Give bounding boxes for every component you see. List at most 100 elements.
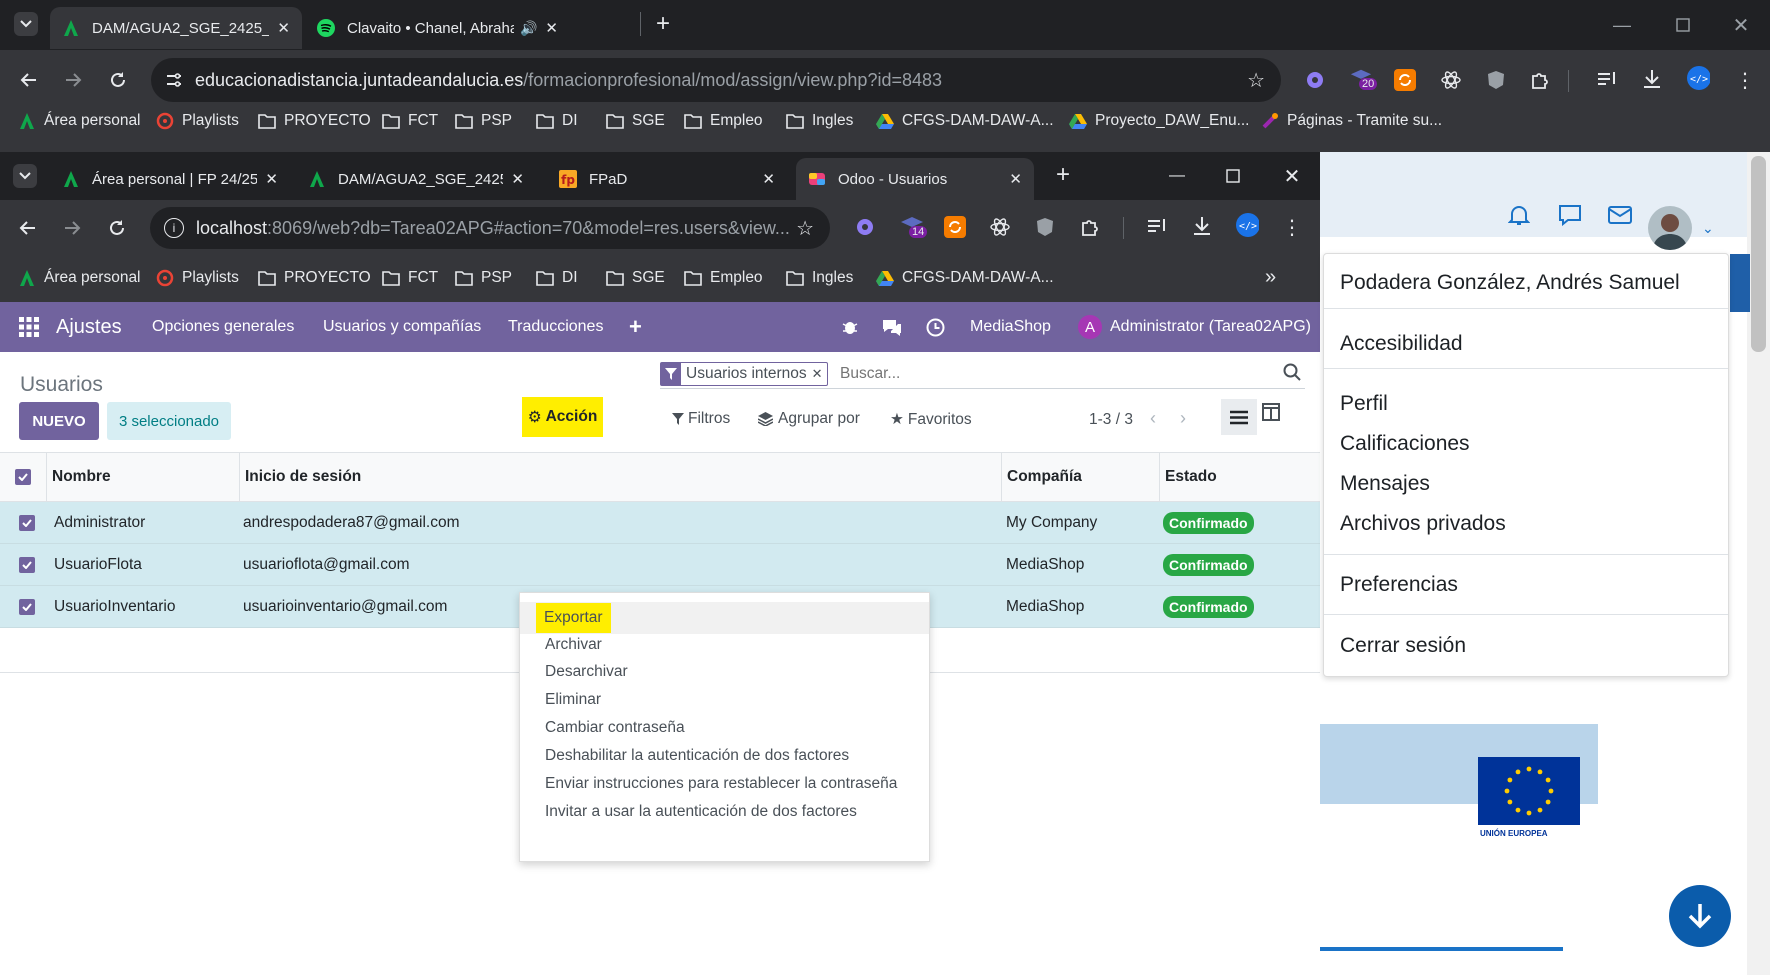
mail-icon[interactable] xyxy=(1608,206,1632,224)
bookmark-item[interactable]: SGE xyxy=(606,112,665,130)
bookmark-item[interactable]: SGE xyxy=(606,269,665,287)
bookmark-item[interactable]: Área personal xyxy=(18,269,141,287)
minimize-icon[interactable]: — xyxy=(1165,164,1189,188)
forward-icon[interactable] xyxy=(61,68,85,92)
bookmark-item[interactable]: CFGS-DAM-DAW-A... xyxy=(876,269,1054,287)
remove-facet-icon[interactable]: ✕ xyxy=(812,366,827,382)
kanban-view-icon[interactable] xyxy=(1262,403,1280,421)
forward-icon[interactable] xyxy=(60,216,84,240)
menu-kebab-icon[interactable]: ⋮ xyxy=(1280,215,1304,239)
app-title[interactable]: Ajustes xyxy=(56,302,122,352)
bookmark-item[interactable]: Playlists xyxy=(156,112,239,130)
user-fullname[interactable]: Podadera González, Andrés Samuel xyxy=(1340,271,1680,295)
bookmark-item[interactable]: PSP xyxy=(455,269,512,287)
extension-graduation-icon[interactable]: 14 xyxy=(899,214,928,238)
new-tab-icon[interactable]: + xyxy=(651,10,675,37)
menu-kebab-icon[interactable]: ⋮ xyxy=(1733,68,1757,92)
search-icon[interactable] xyxy=(1283,363,1301,381)
inner-tab-fpad[interactable]: fp FPaD ✕ xyxy=(547,158,787,200)
extension-gear-icon[interactable] xyxy=(853,215,877,239)
menu-item-preferencias[interactable]: Preferencias xyxy=(1340,573,1458,597)
download-icon[interactable] xyxy=(1640,67,1664,91)
cell-name[interactable]: Administrator xyxy=(54,502,145,543)
angular-icon[interactable] xyxy=(1033,215,1057,239)
maximize-icon[interactable] xyxy=(1221,164,1245,188)
reload-icon[interactable] xyxy=(105,216,129,240)
outer-tab-spotify[interactable]: Clavaito • Chanel, Abraham 🔊 ✕ xyxy=(305,7,570,49)
bookmark-item[interactable]: Páginas - Tramite su... xyxy=(1261,112,1442,130)
tab-search-icon[interactable] xyxy=(13,164,37,188)
bookmark-item[interactable]: Área personal xyxy=(18,112,141,130)
user-avatar[interactable]: A xyxy=(1078,302,1102,352)
bookmark-item[interactable]: Empleo xyxy=(684,269,763,287)
cell-name[interactable]: UsuarioInventario xyxy=(54,586,175,627)
search-facet[interactable]: Usuarios internos ✕ xyxy=(660,362,828,386)
app-switcher-icon[interactable] xyxy=(19,302,39,352)
cell-name[interactable]: UsuarioFlota xyxy=(54,544,142,585)
more-bookmarks-icon[interactable]: » xyxy=(1265,266,1276,289)
cell-login[interactable]: andrespodadera87@gmail.com xyxy=(243,502,460,543)
add-menu-icon[interactable]: + xyxy=(629,302,642,352)
bookmark-item[interactable]: PROYECTO xyxy=(258,112,371,130)
maximize-icon[interactable] xyxy=(1671,13,1695,37)
row-checkbox[interactable] xyxy=(19,586,35,627)
table-row[interactable]: UsuarioFlota usuarioflota@gmail.com MediaS… xyxy=(0,544,1320,586)
outer-address-bar[interactable]: educacionadistancia.juntadeandalucia.es /… xyxy=(151,58,1281,102)
row-checkbox[interactable] xyxy=(19,544,35,585)
column-estado[interactable]: Estado xyxy=(1159,453,1320,501)
favorites-toggle[interactable]: ★ Favoritos xyxy=(890,410,972,429)
table-row[interactable]: Administrator andrespodadera87@gmail.com M… xyxy=(0,502,1320,544)
bookmark-item[interactable]: Proyecto_DAW_Enu... xyxy=(1069,112,1250,130)
cell-company[interactable]: MediaShop xyxy=(1006,586,1084,627)
column-nombre[interactable]: Nombre xyxy=(46,453,239,501)
menu-opciones-generales[interactable]: Opciones generales xyxy=(152,302,294,352)
bookmark-item[interactable]: Ingles xyxy=(786,269,853,287)
search-input[interactable] xyxy=(840,363,1260,385)
menu-item-mensajes[interactable]: Mensajes xyxy=(1340,472,1430,496)
bookmark-item[interactable]: DI xyxy=(536,112,578,130)
react-icon[interactable] xyxy=(988,215,1012,239)
back-icon[interactable] xyxy=(17,68,41,92)
scrollbar-thumb[interactable] xyxy=(1751,156,1766,352)
cell-login[interactable]: usuarioflota@gmail.com xyxy=(243,544,410,585)
bookmark-item[interactable]: FCT xyxy=(382,112,438,130)
devtools-ext-icon[interactable]: </> xyxy=(1235,213,1259,237)
close-window-icon[interactable]: ✕ xyxy=(1729,13,1753,37)
react-icon[interactable] xyxy=(1439,68,1463,92)
close-tab-icon[interactable]: ✕ xyxy=(545,19,558,37)
menu-usuarios-companias[interactable]: Usuarios y compañías xyxy=(323,302,481,352)
info-icon[interactable]: i xyxy=(164,218,184,238)
audio-icon[interactable]: 🔊 xyxy=(520,20,537,37)
scroll-down-button[interactable] xyxy=(1669,885,1731,947)
outer-tab-moodle[interactable]: DAM/AGUA2_SGE_2425_5: Tarea ✕ xyxy=(50,7,302,49)
cell-company[interactable]: MediaShop xyxy=(1006,544,1084,585)
bookmark-star-icon[interactable]: ☆ xyxy=(1247,68,1265,93)
bookmark-item[interactable]: Ingles xyxy=(786,112,853,130)
site-info-icon[interactable] xyxy=(165,71,183,89)
media-playlist-icon[interactable] xyxy=(1596,68,1620,92)
scrollbar[interactable] xyxy=(1747,152,1770,975)
extension-gear-icon[interactable] xyxy=(1303,68,1327,92)
media-playlist-icon[interactable] xyxy=(1146,215,1170,239)
user-menu-toggle[interactable]: Administrator (Tarea02APG) xyxy=(1110,302,1311,352)
devtools-ext-icon[interactable]: </> xyxy=(1686,66,1710,90)
bookmark-item[interactable]: Playlists xyxy=(156,269,239,287)
filters-toggle[interactable]: Filtros xyxy=(672,410,730,428)
bookmark-item[interactable]: PROYECTO xyxy=(258,269,371,287)
debug-bug-icon[interactable] xyxy=(842,302,858,352)
new-tab-icon[interactable]: + xyxy=(1051,161,1075,188)
row-checkbox[interactable] xyxy=(19,502,35,543)
chevron-down-icon[interactable]: ⌄ xyxy=(1702,220,1714,237)
bookmark-item[interactable]: CFGS-DAM-DAW-A... xyxy=(876,112,1054,130)
close-window-icon[interactable]: ✕ xyxy=(1280,164,1304,188)
extensions-puzzle-icon[interactable] xyxy=(1528,68,1552,92)
bookmark-item[interactable]: Empleo xyxy=(684,112,763,130)
activity-clock-icon[interactable] xyxy=(926,302,945,352)
pager-value[interactable]: 1-3 / 3 xyxy=(1089,411,1133,429)
angular-icon[interactable] xyxy=(1484,68,1508,92)
company-switcher[interactable]: MediaShop xyxy=(970,302,1051,352)
menu-item-accesibilidad[interactable]: Accesibilidad xyxy=(1340,332,1463,356)
close-tab-icon[interactable]: ✕ xyxy=(265,170,278,188)
pager-next-icon[interactable]: › xyxy=(1180,408,1186,429)
extension-sync-icon[interactable] xyxy=(943,215,967,239)
